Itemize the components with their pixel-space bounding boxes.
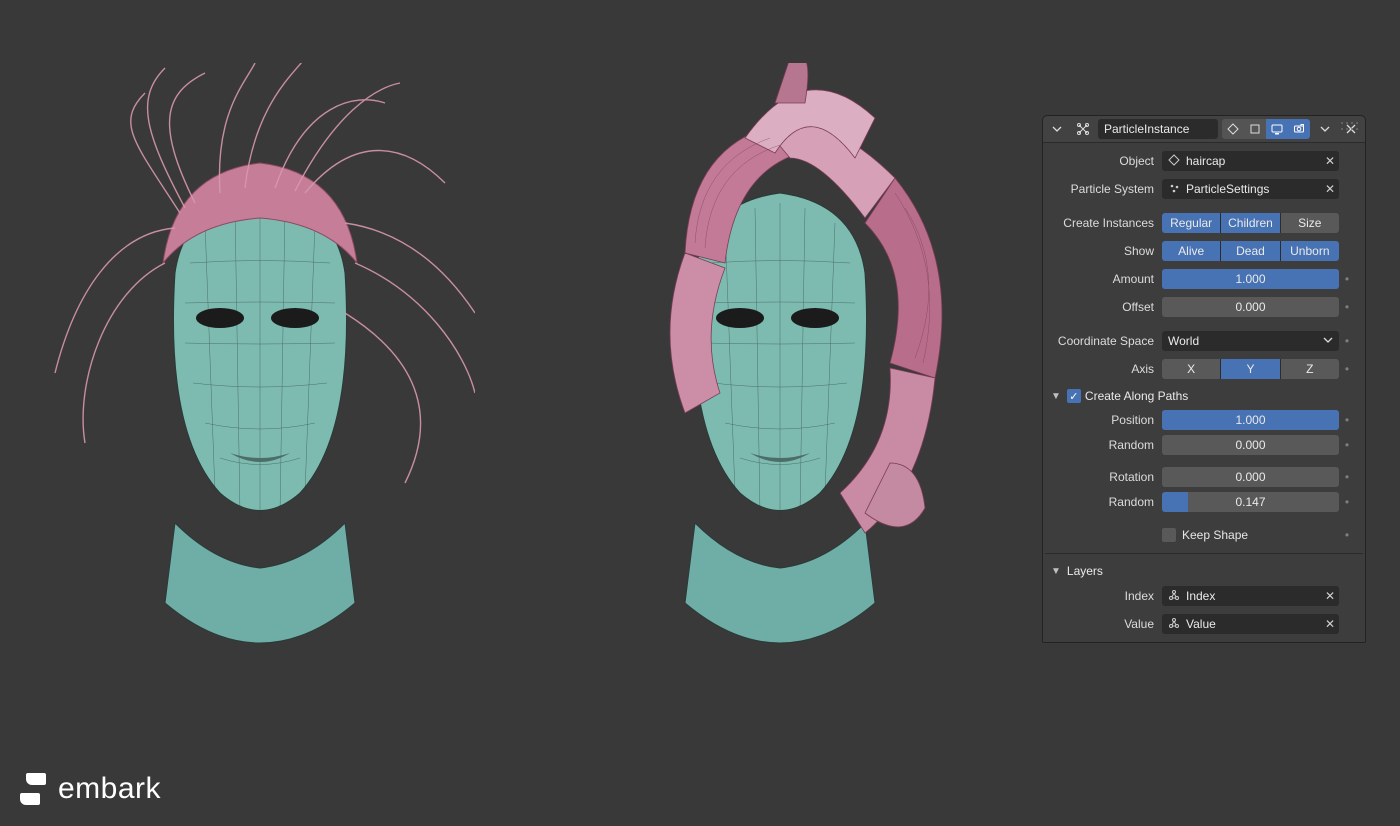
clear-icon[interactable]: ✕ <box>1325 154 1335 168</box>
coord-space-value: World <box>1168 334 1199 348</box>
coord-space-dropdown[interactable]: World <box>1162 331 1339 351</box>
rotation-random-fill <box>1162 492 1188 512</box>
rotation-slider[interactable]: 0.000 <box>1162 467 1339 487</box>
rotation-label: Rotation <box>1047 470 1162 484</box>
rotation-value: 0.000 <box>1235 470 1265 484</box>
offset-label: Offset <box>1047 300 1162 314</box>
layers-section[interactable]: ▼ Layers <box>1045 558 1363 582</box>
create-along-paths-checkbox[interactable]: ✓ <box>1067 389 1081 403</box>
offset-slider[interactable]: 0.000 <box>1162 297 1339 317</box>
show-alive[interactable]: Alive <box>1162 241 1221 261</box>
create-instances-label: Create Instances <box>1047 216 1162 230</box>
particle-system-value: ParticleSettings <box>1186 182 1269 196</box>
layers-index-value: Index <box>1186 589 1215 603</box>
object-label: Object <box>1047 154 1162 168</box>
viewport-3d[interactable] <box>0 0 1040 826</box>
clear-icon[interactable]: ✕ <box>1325 182 1335 196</box>
preview-head-strands <box>45 63 475 703</box>
layers-index-field[interactable]: Index ✕ <box>1162 586 1339 606</box>
toggle-viewport-icon[interactable] <box>1266 119 1288 139</box>
disclosure-triangle-icon: ▼ <box>1051 566 1061 577</box>
toggle-edit-mode-icon[interactable] <box>1222 119 1244 139</box>
keep-shape-checkbox[interactable] <box>1162 528 1176 542</box>
position-slider[interactable]: 1.000 <box>1162 410 1339 430</box>
clear-icon[interactable]: ✕ <box>1325 617 1335 631</box>
disclosure-triangle-icon: ▼ <box>1051 391 1061 402</box>
layers-value-label: Value <box>1047 617 1162 631</box>
object-value: haircap <box>1186 154 1225 168</box>
show-unborn[interactable]: Unborn <box>1281 241 1339 261</box>
create-instances-size[interactable]: Size <box>1281 213 1339 233</box>
collapse-toggle[interactable] <box>1046 119 1068 139</box>
toggle-cage-icon[interactable] <box>1244 119 1266 139</box>
position-random-value: 0.000 <box>1235 438 1265 452</box>
modifier-visibility-toggles <box>1222 119 1310 139</box>
chevron-down-icon <box>1323 334 1333 348</box>
embark-logo-mark <box>20 773 48 805</box>
amount-value: 1.000 <box>1235 272 1265 286</box>
embark-logo-text: embark <box>58 772 161 806</box>
axis-label: Axis <box>1047 362 1162 376</box>
amount-slider[interactable]: 1.000 <box>1162 269 1339 289</box>
rotation-random-value: 0.147 <box>1235 495 1265 509</box>
particle-system-label: Particle System <box>1047 182 1162 196</box>
preview-head-cards <box>565 63 995 703</box>
mesh-data-icon <box>1168 154 1180 169</box>
axis-x[interactable]: X <box>1162 359 1221 379</box>
vertex-group-icon <box>1168 589 1180 604</box>
show-label: Show <box>1047 244 1162 258</box>
particle-system-field[interactable]: ParticleSettings ✕ <box>1162 179 1339 199</box>
create-instances-children[interactable]: Children <box>1221 213 1280 233</box>
position-random-label: Random <box>1047 438 1162 452</box>
modifier-type-icon <box>1072 119 1094 139</box>
toggle-render-icon[interactable] <box>1288 119 1310 139</box>
layers-index-label: Index <box>1047 589 1162 603</box>
amount-label: Amount <box>1047 272 1162 286</box>
create-along-paths-section[interactable]: ▼ ✓ Create Along Paths <box>1045 383 1363 407</box>
clear-icon[interactable]: ✕ <box>1325 589 1335 603</box>
particles-icon <box>1168 182 1180 197</box>
offset-value: 0.000 <box>1235 300 1265 314</box>
panel-drag-handle[interactable] <box>1341 122 1361 132</box>
position-random-slider[interactable]: 0.000 <box>1162 435 1339 455</box>
axis-z[interactable]: Z <box>1281 359 1339 379</box>
show-dead[interactable]: Dead <box>1221 241 1280 261</box>
modifier-menu-dropdown[interactable] <box>1314 119 1336 139</box>
axis-y[interactable]: Y <box>1221 359 1280 379</box>
create-instances-regular[interactable]: Regular <box>1162 213 1221 233</box>
object-field[interactable]: haircap ✕ <box>1162 151 1339 171</box>
vertex-group-icon <box>1168 617 1180 632</box>
embark-logo: embark <box>20 772 161 806</box>
modifier-name-field[interactable]: ParticleInstance <box>1098 119 1218 139</box>
coord-space-label: Coordinate Space <box>1047 334 1162 348</box>
modifier-panel: ParticleInstance Object haircap ✕ Partic… <box>1042 115 1366 643</box>
modifier-header: ParticleInstance <box>1043 116 1365 143</box>
rotation-random-label: Random <box>1047 495 1162 509</box>
layers-value-field[interactable]: Value ✕ <box>1162 614 1339 634</box>
layers-label: Layers <box>1067 564 1103 578</box>
position-value: 1.000 <box>1235 413 1265 427</box>
rotation-random-slider[interactable]: 0.147 <box>1162 492 1339 512</box>
position-label: Position <box>1047 413 1162 427</box>
layers-value-value: Value <box>1186 617 1216 631</box>
create-along-paths-label: Create Along Paths <box>1085 389 1188 403</box>
keep-shape-label: Keep Shape <box>1182 528 1248 542</box>
